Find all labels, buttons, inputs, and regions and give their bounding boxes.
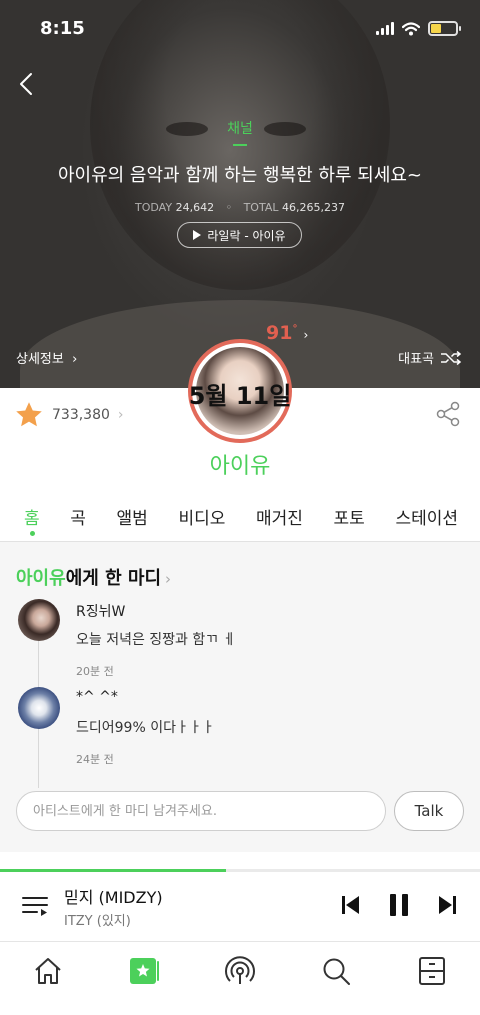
next-track-icon[interactable] [434,892,460,918]
commenter-avatar[interactable] [18,687,60,729]
comments-section: 아이유에게 한 마디 › R징뉘W 오늘 저녁은 징짱과 함ㄲ ㅔ 20분 전 *… [0,542,480,852]
tab-videos[interactable]: 비디오 [178,498,225,541]
status-time: 8:15 [40,18,85,39]
commenter-name[interactable]: R징뉘W [76,601,125,621]
detail-info-link[interactable]: 상세정보 › [16,348,77,367]
status-bar: 8:15 [0,0,480,56]
temperature-value: 91 [266,322,293,344]
commenter-name[interactable]: *^ ^* [76,689,118,705]
comment-time: 20분 전 [76,665,114,678]
comment-text: 드디어99% 이다ㅏㅏㅏ [76,720,215,736]
storage-icon[interactable] [416,955,448,987]
channel-label: 채널 [227,121,253,137]
comments-title[interactable]: 아이유에게 한 마디 › [16,564,171,590]
chevron-right-icon: › [303,328,309,342]
tab-station[interactable]: 스테이션 [395,498,458,541]
playlist-icon[interactable] [20,892,50,920]
channel-tabs: 홈 곡 앨범 비디오 매거진 포토 스테이션 [0,498,480,542]
comments-title-artist: 아이유 [16,568,66,589]
artist-hero: 8:15 채널 아이유의 음악과 함께 하는 행복한 하루 되세요~ TODAY… [0,0,480,388]
artist-channel-icon[interactable] [128,955,160,987]
tab-albums[interactable]: 앨범 [117,498,148,541]
channel-headline: 아이유의 음악과 함께 하는 행복한 하루 되세요~ [57,165,423,186]
artist-name: 아이유 [209,454,271,479]
comment-compose: Talk [16,791,464,833]
star-icon [16,402,42,427]
stats-separator: ◦ [225,201,233,214]
home-icon[interactable] [32,955,64,987]
tab-songs[interactable]: 곡 [70,498,86,541]
mini-player: 믿지 (MIDZY) ITZY (있지) [0,872,480,942]
search-icon[interactable] [320,955,352,987]
bottom-navigation [0,943,480,1015]
track-artist[interactable]: ITZY (있지) [64,910,131,929]
play-icon [193,230,202,240]
comments-title-text: 에게 한 마디 [65,568,162,589]
share-icon[interactable] [434,400,462,428]
tab-magazine[interactable]: 매거진 [256,498,303,541]
talk-button[interactable]: Talk [394,791,464,831]
commenter-avatar[interactable] [18,599,60,641]
comment-time: 24분 전 [76,753,114,766]
featured-song-label: 라일락 - 아이유 [207,228,286,243]
like-count-value: 733,380 [52,407,110,423]
today-label: TODAY [135,201,173,214]
tab-photos[interactable]: 포토 [334,498,365,541]
tab-home[interactable]: 홈 [24,498,40,541]
total-value: 46,265,237 [281,201,345,214]
chevron-right-icon: › [165,570,172,588]
station-icon[interactable] [224,955,256,987]
total-label: TOTAL [243,201,279,214]
shuffle-icon [441,350,462,365]
top-songs-button[interactable]: 대표곡 [398,348,462,367]
battery-icon [428,21,461,36]
comment-text: 오늘 저녁은 징짱과 함ㄲ ㅔ [76,632,236,648]
detail-info-label: 상세정보 [16,352,64,367]
status-icons [376,21,461,36]
chevron-right-icon: › [67,352,78,367]
track-title[interactable]: 믿지 (MIDZY) [64,884,163,908]
back-button[interactable] [14,70,42,98]
chevron-right-icon: › [117,407,124,423]
wifi-icon [402,21,420,35]
top-songs-label: 대표곡 [398,352,434,367]
visit-stats: TODAY 24,642 ◦ TOTAL 46,265,237 [0,201,480,214]
like-count[interactable]: 733,380 › [14,400,124,430]
temperature-unit: ° [292,323,298,335]
play-featured-song-button[interactable]: 라일락 - 아이유 [177,222,302,248]
pause-icon[interactable] [386,892,412,918]
channel-divider [233,144,247,146]
today-value: 24,642 [175,201,215,214]
comment-input[interactable] [16,791,386,831]
previous-track-icon[interactable] [338,892,364,918]
fan-temperature[interactable]: 91° › [266,322,308,344]
cellular-signal-icon [376,22,394,35]
